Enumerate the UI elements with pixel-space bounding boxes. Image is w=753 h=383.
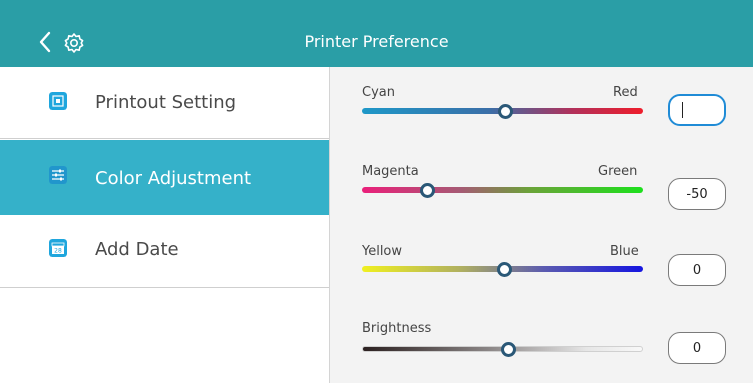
page-title: Printer Preference xyxy=(304,32,449,51)
magenta-green-value: -50 xyxy=(686,186,708,202)
header-bar: Printer Preference xyxy=(0,0,753,67)
yellow-blue-value-input[interactable]: 0 xyxy=(668,254,726,286)
sidebar-item-label: Add Date xyxy=(95,239,179,260)
blue-label: Blue xyxy=(610,244,639,259)
yellow-blue-value: 0 xyxy=(692,262,702,278)
red-label: Red xyxy=(613,85,638,100)
green-label: Green xyxy=(598,164,638,179)
sidebar-item-color-adjustment[interactable]: Color Adjustment xyxy=(0,140,329,215)
cyan-label: Cyan xyxy=(362,85,395,100)
brightness-label: Brightness xyxy=(362,321,432,336)
cyan-red-value-input[interactable] xyxy=(668,94,726,126)
brightness-value: 0 xyxy=(692,340,702,356)
yellow-blue-slider-thumb[interactable] xyxy=(497,262,512,277)
magenta-green-value-input[interactable]: -50 xyxy=(668,178,726,210)
text-caret xyxy=(682,102,683,118)
brightness-value-input[interactable]: 0 xyxy=(668,332,726,364)
calendar-icon-number: 28 xyxy=(54,248,62,255)
printer-preference-screen: Printer Preference Printout Setting Colo… xyxy=(0,0,753,383)
yellow-label: Yellow xyxy=(362,244,403,259)
sidebar: Printout Setting Color Adjustment 28 Add… xyxy=(0,67,330,383)
sidebar-item-printout-setting[interactable]: Printout Setting xyxy=(0,67,329,139)
sidebar-item-label: Color Adjustment xyxy=(95,168,252,189)
sidebar-item-label: Printout Setting xyxy=(95,92,237,113)
color-adjustment-panel: Cyan Red Magenta Green -50 Yellow Blue 0… xyxy=(330,67,753,383)
calendar-icon: 28 xyxy=(49,239,67,257)
magenta-green-slider-thumb[interactable] xyxy=(420,183,435,198)
magenta-label: Magenta xyxy=(362,164,419,179)
cyan-red-slider-thumb[interactable] xyxy=(498,104,513,119)
sidebar-item-add-date[interactable]: 28 Add Date xyxy=(0,215,329,288)
magenta-green-slider-track[interactable] xyxy=(362,187,643,193)
printout-icon xyxy=(49,92,67,110)
brightness-slider-thumb[interactable] xyxy=(501,342,516,357)
sliders-icon xyxy=(49,166,67,184)
